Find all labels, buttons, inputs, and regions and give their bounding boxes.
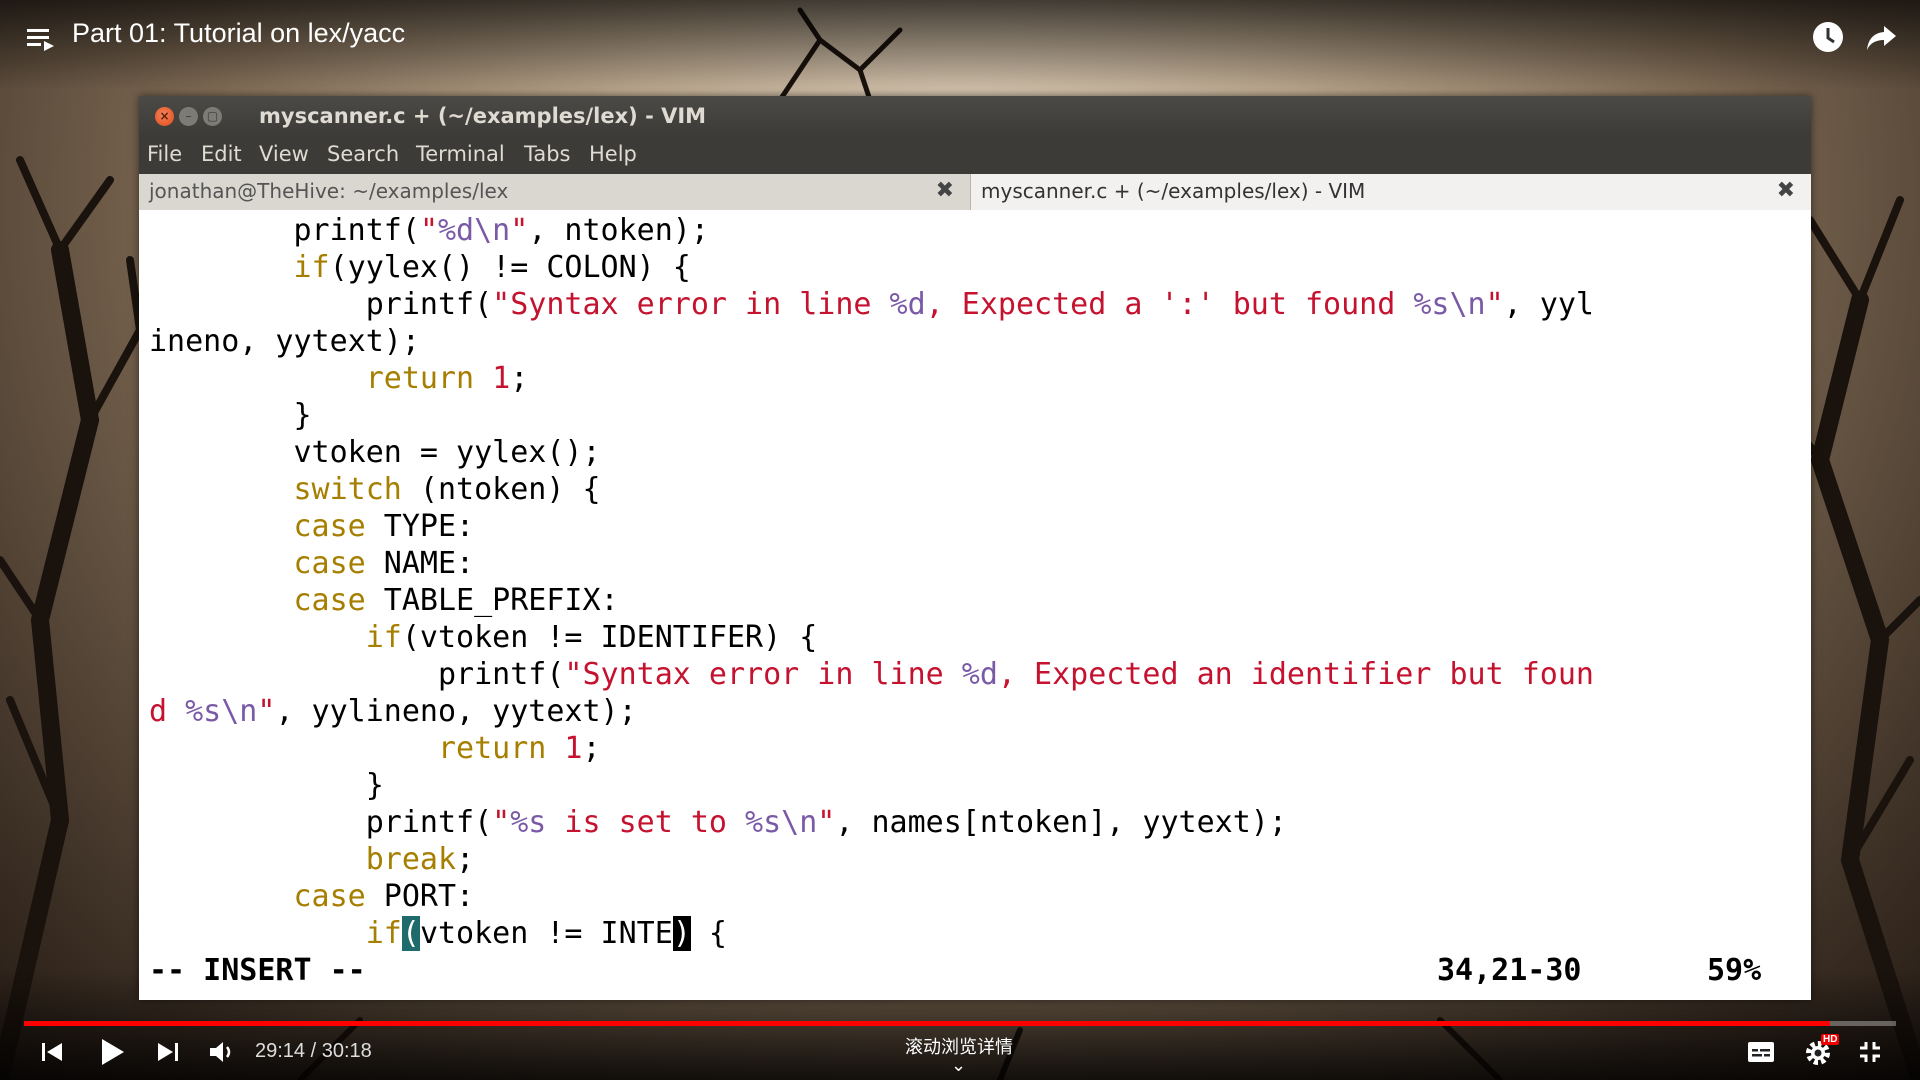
menu-file[interactable]: File [147,142,182,166]
close-icon: × [159,109,170,123]
code-line: } [149,768,384,803]
playlist-menu-icon[interactable] [26,24,56,54]
subtitles-icon[interactable] [1747,1040,1775,1064]
watch-later-icon[interactable] [1811,20,1845,54]
window-close-button[interactable]: × [155,107,174,126]
code-line: case TYPE: [293,509,475,544]
window-title: myscanner.c + (~/examples/lex) - VIM [259,104,707,128]
vim-window: × – ▢ myscanner.c + (~/examples/lex) - V… [139,96,1811,1000]
mode-indicator: -- INSERT -- [149,953,366,988]
tab-label: jonathan@TheHive: ~/examples/lex [149,179,509,203]
tab-terminal-shell[interactable]: jonathan@TheHive: ~/examples/lex ✖ [139,174,971,210]
code-line: if(vtoken != INTE) { [365,916,727,951]
vim-editor[interactable]: printf("%d\n", ntoken); if(yylex() != CO… [139,210,1811,1000]
window-titlebar[interactable]: × – ▢ myscanner.c + (~/examples/lex) - V… [139,96,1811,136]
chevron-down-icon[interactable]: ⌄ [951,1055,966,1076]
maximize-icon: ▢ [206,109,219,123]
minimize-icon: – [185,109,192,123]
play-icon[interactable] [98,1037,126,1067]
previous-icon[interactable] [40,1040,64,1064]
settings-button[interactable]: HD [1803,1034,1843,1068]
code-line: printf("%s is set to %s\n", names[ntoken… [149,805,1287,840]
menu-search[interactable]: Search [327,142,399,166]
code-line: case PORT: [293,879,475,914]
window-maximize-button[interactable]: ▢ [203,107,222,126]
code-line: } [149,398,312,433]
code-line: break; [365,842,475,877]
menu-tabs[interactable]: Tabs [524,142,571,166]
volume-icon[interactable] [208,1039,236,1065]
scroll-percent: 59% [1707,953,1762,988]
menu-terminal[interactable]: Terminal [416,142,505,166]
menu-edit[interactable]: Edit [201,142,242,166]
video-title[interactable]: Part 01: Tutorial on lex/yacc [72,18,405,49]
code-line: switch (ntoken) { [293,472,601,507]
code-line: d %s\n", yylineno, yytext); [149,694,637,729]
code-line: ineno, yytext); [149,324,420,359]
next-icon[interactable] [156,1040,180,1064]
code-line: if(yylex() != COLON) { [293,250,691,285]
terminal-tabbar: jonathan@TheHive: ~/examples/lex ✖ mysca… [139,174,1811,211]
progress-played[interactable] [24,1021,1831,1026]
tab-close-icon[interactable]: ✖ [936,178,954,203]
code-line: printf("Syntax error in line %d, Expecte… [149,657,1594,692]
menubar: File Edit View Search Terminal Tabs Help [139,136,1811,174]
time-display: 29:14 / 30:18 [255,1040,372,1062]
menu-help[interactable]: Help [589,142,637,166]
code-line: vtoken = yylex(); [149,435,601,470]
code-line: return 1; [365,361,529,396]
code-line: case NAME: [293,546,475,581]
code-line: if(vtoken != IDENTIFER) { [365,620,818,655]
window-minimize-button[interactable]: – [179,107,198,126]
share-icon[interactable] [1864,20,1898,54]
code-line: case TABLE_PREFIX: [293,583,619,618]
exit-fullscreen-icon[interactable] [1858,1040,1882,1064]
code-line: printf("Syntax error in line %d, Expecte… [149,287,1594,322]
code-line: return 1; [437,731,601,766]
cursor-position: 34,21-30 [1437,953,1582,988]
hd-badge: HD [1821,1034,1840,1045]
tab-vim-myscanner[interactable]: myscanner.c + (~/examples/lex) - VIM ✖ [971,174,1811,210]
tab-close-icon[interactable]: ✖ [1777,178,1795,203]
tab-label: myscanner.c + (~/examples/lex) - VIM [981,179,1366,203]
vim-statusline: -- INSERT -- 34,21-30 59% [149,952,1799,989]
menu-view[interactable]: View [259,142,309,166]
code-line: printf("%d\n", ntoken); [149,213,709,248]
